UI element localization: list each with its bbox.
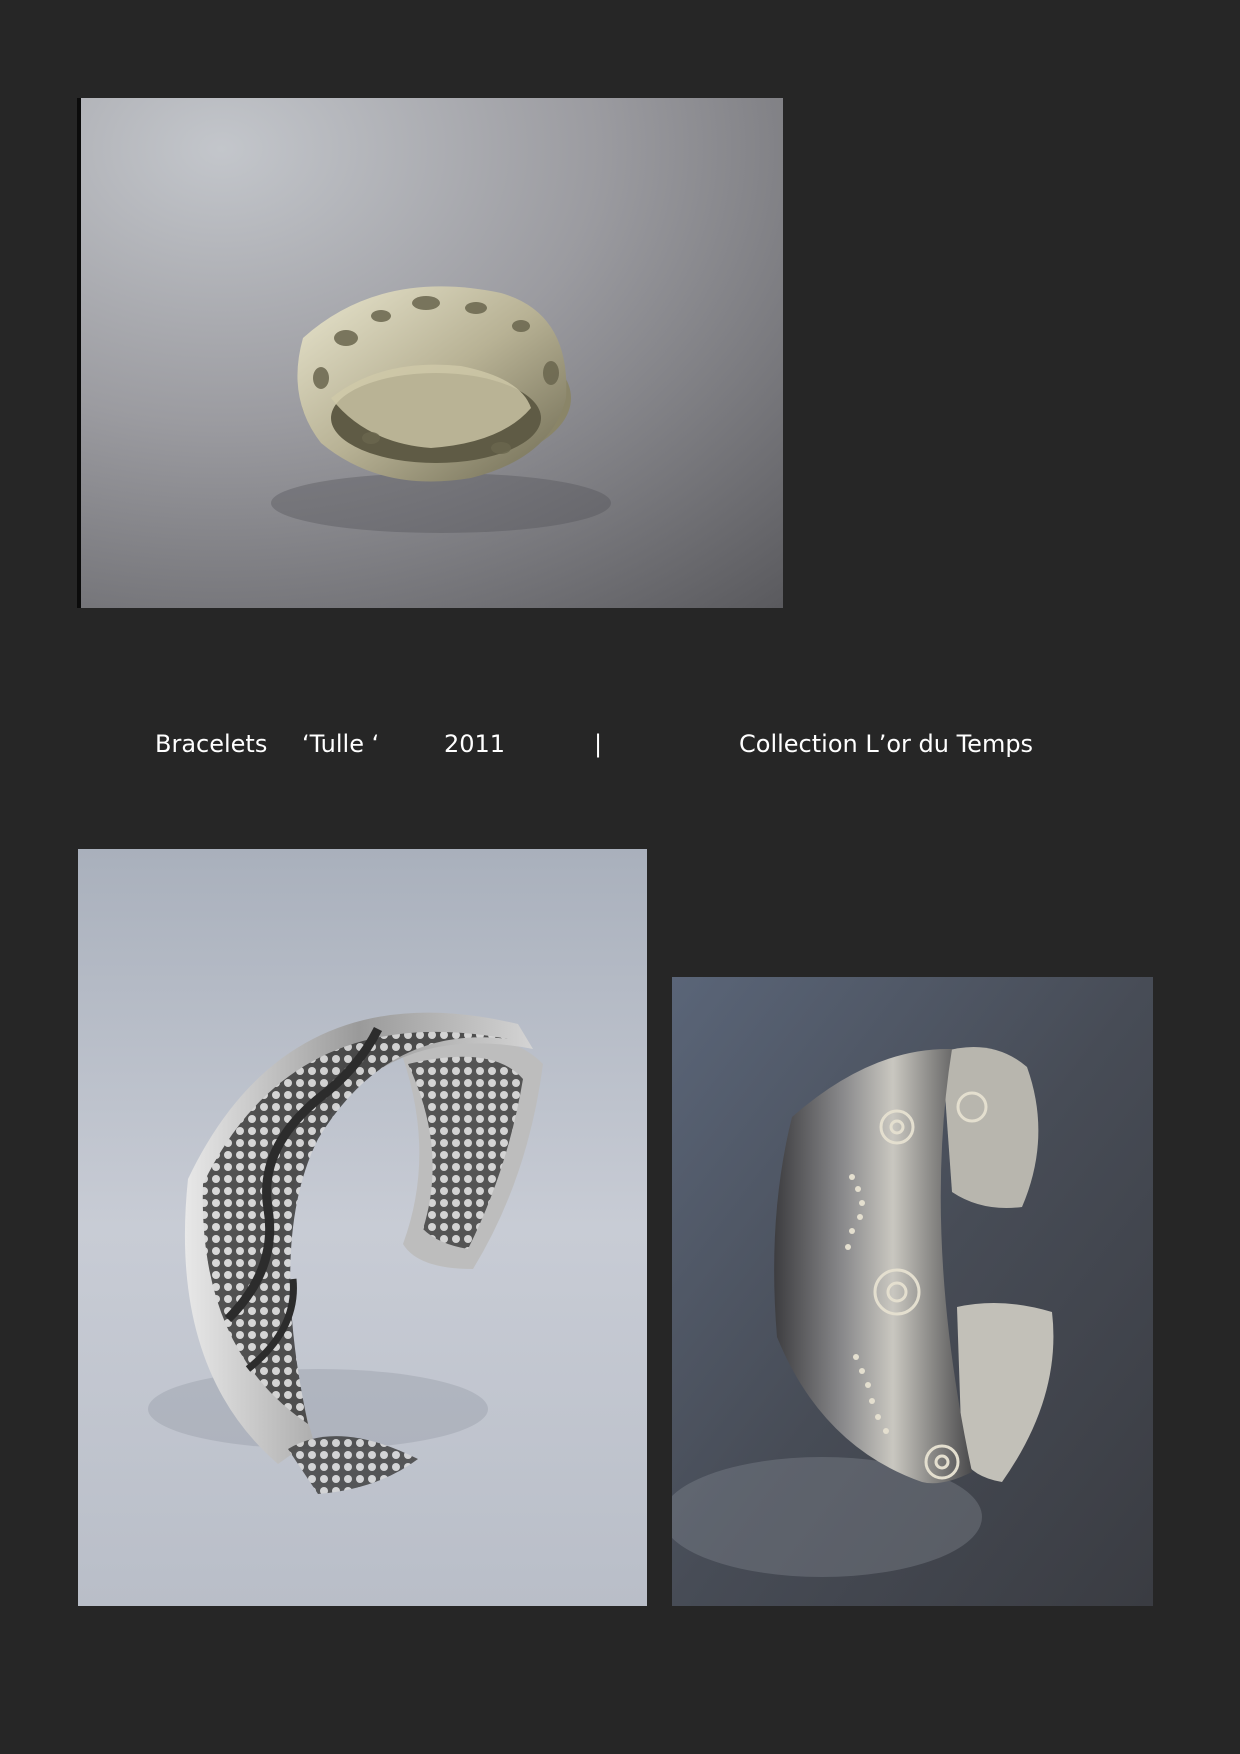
ring-photo	[77, 98, 783, 608]
caption-collection: Collection L’or du Temps	[739, 730, 1034, 758]
engraved-cuff-photo	[672, 977, 1153, 1606]
caption-product: Bracelets	[155, 730, 268, 758]
caption-separator: |	[594, 730, 603, 758]
lace-cuff-photo	[78, 849, 647, 1606]
caption-year: 2011	[444, 730, 506, 758]
caption-model-name: ‘Tulle ‘	[302, 730, 380, 758]
